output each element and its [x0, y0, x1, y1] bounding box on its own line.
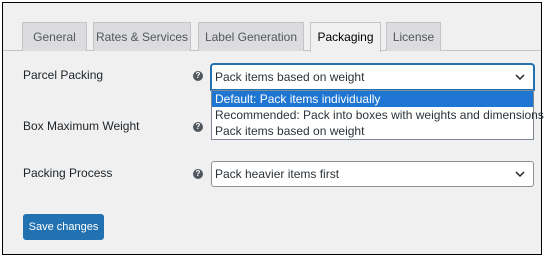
tab-license[interactable]: License — [386, 22, 441, 51]
packing-process-value: Pack heavier items first — [215, 167, 340, 181]
box-max-weight-label: Box Maximum Weight — [23, 119, 140, 133]
settings-panel: General Rates & Services Label Generatio… — [2, 2, 544, 255]
packing-process-label: Packing Process — [23, 166, 113, 180]
tab-packaging[interactable]: Packaging — [310, 22, 381, 52]
tab-general[interactable]: General — [22, 22, 87, 51]
parcel-packing-select[interactable]: Pack items based on weight — [211, 64, 534, 90]
parcel-packing-label: Parcel Packing — [23, 68, 104, 82]
option-pack-into-boxes[interactable]: Recommended: Pack into boxes with weight… — [212, 107, 544, 123]
help-icon[interactable]: ? — [193, 122, 203, 132]
parcel-packing-value: Pack items based on weight — [215, 70, 365, 84]
settings-tabs: General Rates & Services Label Generatio… — [3, 3, 541, 52]
help-icon[interactable]: ? — [193, 71, 203, 81]
tab-label-generation[interactable]: Label Generation — [198, 22, 304, 51]
packing-process-select[interactable]: Pack heavier items first — [211, 161, 534, 187]
tab-rates-services[interactable]: Rates & Services — [93, 22, 191, 51]
option-pack-individually[interactable]: Default: Pack items individually — [212, 91, 533, 107]
help-icon[interactable]: ? — [193, 169, 203, 179]
option-pack-by-weight[interactable]: Pack items based on weight — [212, 123, 533, 139]
parcel-packing-dropdown: Default: Pack items individually Recomme… — [211, 90, 544, 140]
save-changes-button[interactable]: Save changes — [23, 214, 104, 240]
chevron-down-icon — [515, 171, 525, 178]
chevron-down-icon — [515, 74, 525, 81]
